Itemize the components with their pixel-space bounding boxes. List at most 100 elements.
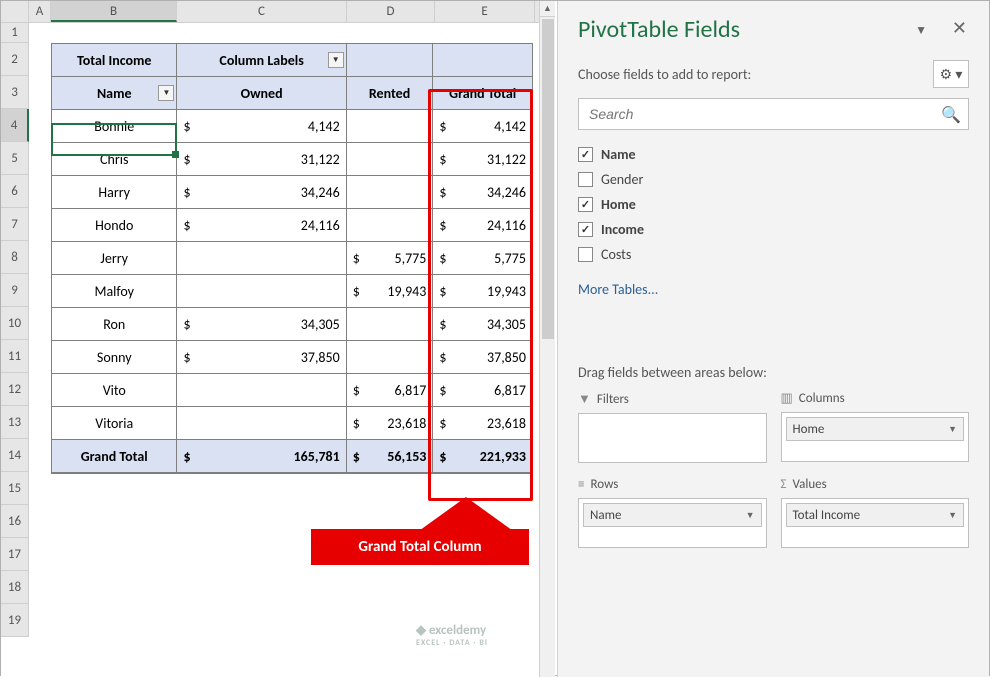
- row-header-7[interactable]: 7: [1, 208, 29, 241]
- vertical-scrollbar[interactable]: ▲: [539, 1, 555, 677]
- pivot-col-owned[interactable]: Owned: [177, 77, 346, 110]
- close-icon[interactable]: ✕: [952, 17, 967, 39]
- scroll-up-icon[interactable]: ▲: [540, 1, 555, 17]
- columns-pill-home[interactable]: Home▼: [786, 417, 965, 441]
- pivot-col-grandtotal[interactable]: Grand Total: [433, 77, 532, 110]
- pivot-rented-2[interactable]: [347, 176, 434, 209]
- values-well[interactable]: Total Income▼: [781, 498, 970, 548]
- row-header-3[interactable]: 3: [1, 76, 29, 109]
- row-header-19[interactable]: 19: [1, 604, 29, 637]
- pivot-owned-6[interactable]: $34,305: [177, 308, 346, 341]
- pivot-name-8[interactable]: Vito: [52, 374, 177, 407]
- pivot-total-3[interactable]: $24,116: [433, 209, 532, 242]
- pivot-rented-0[interactable]: [347, 110, 434, 143]
- checkbox-icon[interactable]: ✓: [578, 147, 593, 162]
- column-header-C[interactable]: C: [177, 1, 347, 22]
- pivot-owned-7[interactable]: $37,850: [177, 341, 346, 374]
- field-item-costs[interactable]: Costs: [578, 242, 969, 267]
- gear-icon[interactable]: ⚙ ▾: [933, 60, 969, 88]
- pivot-total-5[interactable]: $19,943: [433, 275, 532, 308]
- pivot-row-label[interactable]: Name ▼: [52, 77, 177, 110]
- pivot-owned-5[interactable]: [177, 275, 346, 308]
- values-pill-income[interactable]: Total Income▼: [786, 503, 965, 527]
- pivot-name-9[interactable]: Vitoria: [52, 407, 177, 440]
- field-item-name[interactable]: ✓Name: [578, 142, 969, 167]
- row-header-12[interactable]: 12: [1, 373, 29, 406]
- pivot-total-1[interactable]: $31,122: [433, 143, 532, 176]
- rows-well[interactable]: Name▼: [578, 498, 767, 548]
- pivot-name-5[interactable]: Malfoy: [52, 275, 177, 308]
- pivot-owned-9[interactable]: [177, 407, 346, 440]
- rows-pill-name[interactable]: Name▼: [583, 503, 762, 527]
- column-header-A[interactable]: A: [29, 1, 51, 22]
- pivot-name-3[interactable]: Hondo: [52, 209, 177, 242]
- field-item-gender[interactable]: Gender: [578, 167, 969, 192]
- pivot-name-2[interactable]: Harry: [52, 176, 177, 209]
- pivot-grand-label[interactable]: Grand Total: [52, 440, 177, 473]
- pivot-rented-9[interactable]: $23,618: [347, 407, 434, 440]
- row-header-17[interactable]: 17: [1, 538, 29, 571]
- row-header-8[interactable]: 8: [1, 241, 29, 274]
- filters-well[interactable]: [578, 413, 767, 463]
- pivot-rented-5[interactable]: $19,943: [347, 275, 434, 308]
- field-item-home[interactable]: ✓Home: [578, 192, 969, 217]
- pivot-owned-8[interactable]: [177, 374, 346, 407]
- pivot-grand-total[interactable]: $221,933: [433, 440, 532, 473]
- pivot-total-9[interactable]: $23,618: [433, 407, 532, 440]
- pivot-total-2[interactable]: $34,246: [433, 176, 532, 209]
- row-header-4[interactable]: 4: [1, 109, 29, 142]
- row-header-5[interactable]: 5: [1, 142, 29, 175]
- row-header-11[interactable]: 11: [1, 340, 29, 373]
- column-header-B[interactable]: B: [51, 1, 177, 22]
- pivot-name-6[interactable]: Ron: [52, 308, 177, 341]
- pivot-total-6[interactable]: $34,305: [433, 308, 532, 341]
- pivot-rented-3[interactable]: [347, 209, 434, 242]
- pivot-rented-7[interactable]: [347, 341, 434, 374]
- pivot-owned-0[interactable]: $4,142: [177, 110, 346, 143]
- pivot-empty-e[interactable]: [433, 44, 532, 77]
- row-header-10[interactable]: 10: [1, 307, 29, 340]
- scroll-thumb[interactable]: [542, 19, 554, 339]
- column-header-D[interactable]: D: [347, 1, 435, 22]
- checkbox-icon[interactable]: [578, 247, 593, 262]
- row-header-9[interactable]: 9: [1, 274, 29, 307]
- pivot-owned-1[interactable]: $31,122: [177, 143, 346, 176]
- column-labels-dropdown-icon[interactable]: ▼: [328, 52, 344, 68]
- row-header-15[interactable]: 15: [1, 472, 29, 505]
- panel-collapse-icon[interactable]: ▼: [915, 23, 927, 38]
- pivot-rented-6[interactable]: [347, 308, 434, 341]
- pivot-name-0[interactable]: Bonnie: [52, 110, 177, 143]
- pivot-values-label[interactable]: Total Income: [52, 44, 177, 77]
- pivot-name-4[interactable]: Jerry: [52, 242, 177, 275]
- pivot-owned-2[interactable]: $34,246: [177, 176, 346, 209]
- row-labels-dropdown-icon[interactable]: ▼: [158, 85, 174, 101]
- pivot-column-labels[interactable]: Column Labels ▼: [177, 44, 346, 77]
- pivot-total-0[interactable]: $4,142: [433, 110, 532, 143]
- checkbox-icon[interactable]: [578, 172, 593, 187]
- row-header-14[interactable]: 14: [1, 439, 29, 472]
- search-input[interactable]: [578, 98, 969, 130]
- pivot-grand-rented[interactable]: $56,153: [347, 440, 434, 473]
- pivot-total-4[interactable]: $5,775: [433, 242, 532, 275]
- pivot-owned-3[interactable]: $24,116: [177, 209, 346, 242]
- row-header-18[interactable]: 18: [1, 571, 29, 604]
- select-all-corner[interactable]: [1, 1, 29, 22]
- field-item-income[interactable]: ✓Income: [578, 217, 969, 242]
- pivot-total-8[interactable]: $6,817: [433, 374, 532, 407]
- row-header-6[interactable]: 6: [1, 175, 29, 208]
- pivot-empty-d[interactable]: [347, 44, 434, 77]
- pivot-rented-8[interactable]: $6,817: [347, 374, 434, 407]
- pivot-rented-1[interactable]: [347, 143, 434, 176]
- row-header-2[interactable]: 2: [1, 43, 29, 76]
- more-tables-link[interactable]: More Tables...: [578, 275, 969, 304]
- pivot-rented-4[interactable]: $5,775: [347, 242, 434, 275]
- pivot-total-7[interactable]: $37,850: [433, 341, 532, 374]
- columns-well[interactable]: Home▼: [781, 412, 970, 462]
- checkbox-icon[interactable]: ✓: [578, 197, 593, 212]
- pivot-name-7[interactable]: Sonny: [52, 341, 177, 374]
- pivot-col-rented[interactable]: Rented: [347, 77, 434, 110]
- pivot-owned-4[interactable]: [177, 242, 346, 275]
- pivot-grand-owned[interactable]: $165,781: [177, 440, 346, 473]
- checkbox-icon[interactable]: ✓: [578, 222, 593, 237]
- row-header-13[interactable]: 13: [1, 406, 29, 439]
